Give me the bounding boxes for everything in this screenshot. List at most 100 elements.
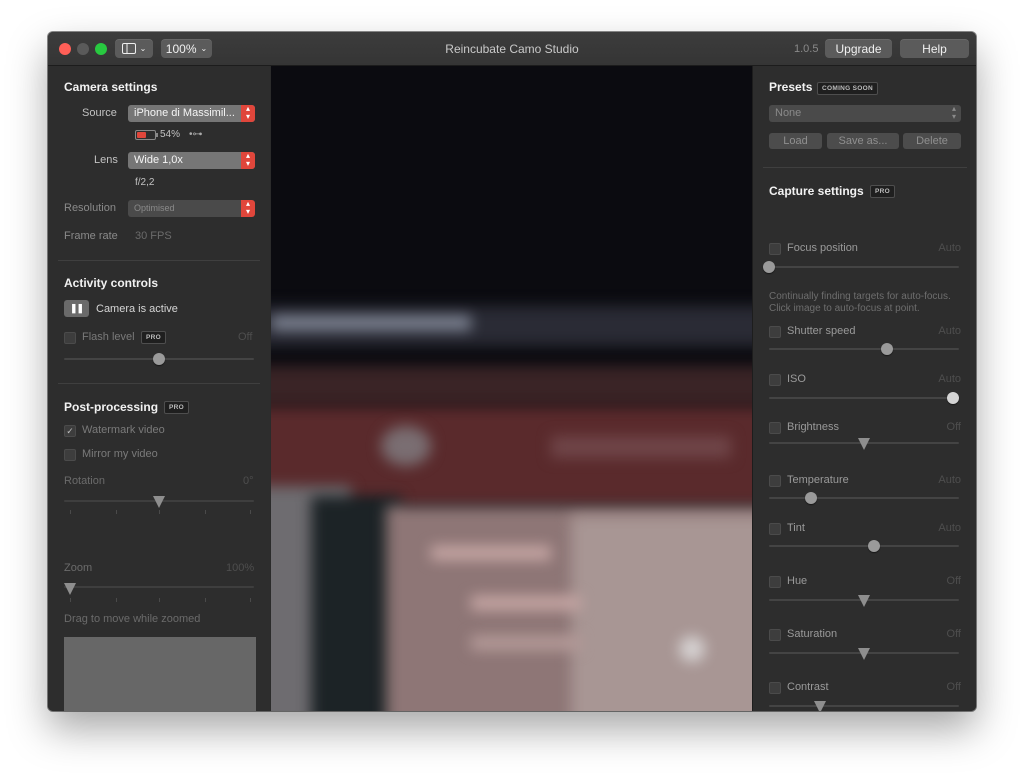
capture-setting-checkbox[interactable] [769, 475, 781, 487]
rotation-label: Rotation [64, 475, 105, 487]
capture-setting-slider-knob[interactable] [804, 492, 817, 504]
capture-setting-label: Contrast [787, 681, 829, 693]
preview-shape [381, 426, 431, 466]
tick [159, 510, 160, 514]
capture-setting-checkbox[interactable] [769, 576, 781, 588]
capture-setting-slider-knob[interactable] [867, 540, 880, 552]
divider [58, 383, 260, 384]
save-preset-button[interactable]: Save as... [827, 133, 899, 149]
capture-setting-slider-track[interactable] [769, 348, 959, 350]
preview-shape [679, 636, 705, 662]
pro-badge: PRO [141, 331, 166, 344]
battery-icon [135, 130, 158, 140]
divider [58, 260, 260, 261]
preset-value: None [775, 107, 802, 119]
lens-select[interactable]: Wide 1,0x ▴ ▾ [128, 152, 255, 169]
focus-hint-line1: Continually finding targets for auto-foc… [769, 291, 951, 302]
capture-setting-slider-knob[interactable] [814, 701, 827, 711]
preset-select[interactable]: None ▴ ▾ [769, 105, 961, 122]
divider [763, 167, 967, 168]
flash-value: Off [238, 331, 253, 343]
zoom-slider-knob[interactable] [64, 583, 76, 595]
help-button[interactable]: Help [900, 39, 969, 58]
resolution-select[interactable]: Optimised ▴ ▾ [128, 200, 255, 217]
tick [70, 598, 71, 602]
rotation-slider-knob[interactable] [153, 496, 165, 508]
camera-preview[interactable] [271, 66, 752, 711]
watermark-checkbox[interactable]: ✓ [64, 425, 76, 437]
capture-setting-slider-knob[interactable] [880, 343, 893, 355]
zoom-slider-track[interactable] [64, 586, 254, 588]
capture-setting-label: ISO [787, 373, 806, 385]
flash-label: Flash level [82, 331, 135, 343]
capture-setting-slider-knob[interactable] [947, 392, 959, 404]
capture-setting-checkbox[interactable] [769, 374, 781, 386]
flash-checkbox[interactable] [64, 332, 76, 344]
camera-status: Camera is active [96, 303, 178, 315]
capture-settings-heading: Capture settings [769, 184, 864, 198]
capture-setting-value: Off [946, 421, 961, 433]
capture-setting-label: Temperature [787, 474, 849, 486]
delete-preset-button[interactable]: Delete [903, 133, 961, 149]
upgrade-button[interactable]: Upgrade [825, 39, 892, 58]
preview-shape [431, 546, 551, 560]
app-window: ⌄ 100% ⌄ Reincubate Camo Studio 1.0.5 Up… [48, 32, 976, 711]
camera-settings-heading: Camera settings [64, 80, 158, 94]
flash-slider-knob[interactable] [153, 353, 165, 365]
preview-shape [551, 436, 731, 458]
capture-setting-slider-track[interactable] [769, 397, 959, 399]
preview-shape [471, 596, 581, 610]
capture-setting-checkbox[interactable] [769, 523, 781, 535]
capture-setting-value: Off [946, 681, 961, 693]
capture-setting-slider-knob[interactable] [763, 261, 775, 273]
drag-hint: Drag to move while zoomed [64, 613, 201, 625]
preview-shape [571, 516, 752, 711]
frame-rate-value: 30 FPS [135, 230, 172, 242]
capture-setting-label: Tint [787, 522, 805, 534]
tick [70, 510, 71, 514]
aperture-value: f/2,2 [135, 177, 155, 188]
capture-setting-slider-track[interactable] [769, 545, 959, 547]
updown-arrows-icon: ▴ ▾ [241, 200, 255, 217]
zoom-position-pad[interactable] [64, 637, 256, 711]
capture-setting-slider-track[interactable] [769, 705, 959, 707]
capture-setting-checkbox[interactable] [769, 422, 781, 434]
capture-setting-checkbox[interactable] [769, 326, 781, 338]
capture-setting-value: Auto [938, 373, 961, 385]
title-bar: ⌄ 100% ⌄ Reincubate Camo Studio 1.0.5 Up… [48, 32, 976, 66]
zoom-percent-value: 100% [226, 562, 255, 574]
capture-setting-slider-track[interactable] [769, 497, 959, 499]
load-preset-button[interactable]: Load [769, 133, 822, 149]
updown-arrows-icon: ▴ ▾ [241, 105, 255, 122]
pause-button[interactable]: ❚❚ [64, 300, 89, 317]
capture-setting-value: Off [946, 575, 961, 587]
capture-setting-checkbox[interactable] [769, 243, 781, 255]
frame-rate-label: Frame rate [64, 230, 118, 242]
pro-badge: PRO [870, 185, 895, 198]
capture-setting-slider-knob[interactable] [858, 595, 870, 607]
tick [116, 598, 117, 602]
left-panel: Camera settings Source iPhone di Massimi… [48, 66, 270, 711]
source-select[interactable]: iPhone di Massimil... ▴ ▾ [128, 105, 255, 122]
right-panel: Presets COMING SOON None ▴ ▾ Load Save as… [752, 66, 976, 711]
mirror-checkbox[interactable] [64, 449, 76, 461]
capture-setting-label: Saturation [787, 628, 838, 640]
capture-setting-slider-knob[interactable] [858, 648, 870, 660]
preview-shape [271, 316, 471, 330]
capture-setting-checkbox[interactable] [769, 682, 781, 694]
capture-setting-slider-knob[interactable] [858, 438, 870, 450]
preview-shape [471, 636, 581, 650]
capture-setting-label: Brightness [787, 421, 839, 433]
focus-hint-line2: Click image to auto-focus at point. [769, 303, 920, 314]
capture-setting-checkbox[interactable] [769, 629, 781, 641]
capture-setting-value: Auto [938, 474, 961, 486]
resolution-label: Resolution [64, 202, 116, 214]
capture-setting-label: Shutter speed [787, 325, 856, 337]
tick [159, 598, 160, 602]
preview-shape [271, 366, 752, 406]
mirror-label: Mirror my video [82, 448, 158, 460]
zoom-label: Zoom [64, 562, 93, 574]
capture-setting-slider-track[interactable] [769, 266, 959, 268]
capture-setting-value: Auto [938, 325, 961, 337]
post-processing-heading: Post-processing [64, 400, 159, 414]
